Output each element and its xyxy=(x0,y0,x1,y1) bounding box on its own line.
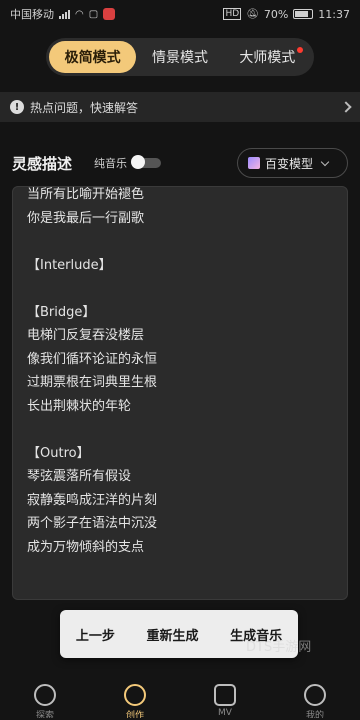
battery-icon xyxy=(293,9,314,19)
info-icon: ! xyxy=(10,100,24,114)
pure-music-label: 纯音乐 xyxy=(94,157,128,170)
lyric-line: 【Bridge】 xyxy=(27,304,96,320)
planet-icon xyxy=(34,684,56,706)
lyrics-content: 当所有比喻开始褪色 你是我最后一行副歌 【Interlude】 【Bridge】电梯门… xyxy=(27,187,327,559)
chevron-right-icon xyxy=(340,101,352,113)
model-icon xyxy=(248,157,260,169)
tab-label: 大师模式 xyxy=(239,50,296,66)
face-icon xyxy=(304,684,326,706)
hot-questions-banner[interactable]: ! 热点问题，快速解答 xyxy=(0,92,360,122)
lyrics-textarea[interactable]: 当所有比喻开始褪色 你是我最后一行副歌 【Interlude】 【Bridge】电梯门… xyxy=(12,186,348,600)
inspiration-title: 灵感描述 xyxy=(12,154,73,173)
lyric-line xyxy=(27,277,327,301)
lyric-line: 【Outro】 xyxy=(27,445,90,461)
battery-percent: 70% xyxy=(263,7,289,21)
nav-item-mv[interactable]: MV xyxy=(195,680,255,720)
lyric-line: 琴弦震落所有假设 xyxy=(27,469,132,484)
lyric-line: 成为万物倾斜的支点 xyxy=(27,539,145,555)
mode-tabs: 极简模式 情景模式 大师模式 xyxy=(46,38,314,76)
hd-icon: HD xyxy=(223,8,242,20)
lyric-line: 当所有比喻开始褪色 xyxy=(27,187,145,202)
message-icon: ▢ xyxy=(88,8,99,20)
mute-icon: 🔕︎ xyxy=(246,8,259,20)
model-select[interactable]: 百变模型 xyxy=(237,148,348,178)
app-notification-icon xyxy=(103,8,116,20)
play-icon xyxy=(214,684,236,706)
lyric-line: 像我们循环论证的永恒 xyxy=(27,351,158,367)
hot-questions-text: 热点问题，快速解答 xyxy=(30,100,139,115)
tab-label: 情景模式 xyxy=(151,50,208,66)
nav-label: MV xyxy=(218,708,232,718)
clock: 11:37 xyxy=(318,7,350,21)
model-select-label: 百变模型 xyxy=(265,156,314,171)
nav-label: 探索 xyxy=(35,711,54,718)
nav-label: 我的 xyxy=(305,711,324,718)
signal-icon xyxy=(59,9,70,19)
lyric-line: 两个影子在语法中沉没 xyxy=(27,516,158,531)
tab-master-mode[interactable]: 大师模式 xyxy=(224,41,311,73)
tab-minimal-mode[interactable]: 极简模式 xyxy=(49,41,137,73)
regenerate-button[interactable]: 重新生成 xyxy=(142,619,202,650)
carrier-label: 中国移动 xyxy=(10,8,54,21)
pure-music-toggle[interactable] xyxy=(131,155,162,169)
previous-step-button[interactable]: 上一步 xyxy=(72,619,119,650)
status-bar: 中国移动 ◠ ▢ HD 🔕︎ 70% 11:37 xyxy=(0,0,360,28)
lyric-line xyxy=(27,418,327,442)
nav-item-create[interactable]: 创作 xyxy=(105,680,165,720)
lyric-line: 你是我最后一行副歌 xyxy=(27,210,145,226)
new-badge xyxy=(296,47,303,53)
chevron-down-icon xyxy=(320,157,330,166)
status-left: 中国移动 ◠ ▢ xyxy=(10,6,116,22)
lyric-line: 电梯门反复吞没楼层 xyxy=(27,328,145,343)
inspiration-header: 灵感描述 纯音乐 百变模型 xyxy=(12,148,348,178)
lyric-line: 过期票根在词典里生根 xyxy=(27,375,158,390)
nav-item-mine[interactable]: 我的 xyxy=(285,680,345,720)
wifi-icon: ◠ xyxy=(75,8,84,20)
disc-icon xyxy=(124,684,146,706)
nav-label: 创作 xyxy=(125,711,144,718)
nav-item-explore[interactable]: 探索 xyxy=(15,680,75,720)
lyric-line: 寂静轰鸣成汪洋的片刻 xyxy=(27,492,158,508)
tab-label: 极简模式 xyxy=(64,50,121,66)
lyric-line: 长出荆棘状的年轮 xyxy=(27,398,132,414)
lyric-line: 【Interlude】 xyxy=(27,257,112,273)
lyric-line xyxy=(27,230,327,254)
tab-scene-mode[interactable]: 情景模式 xyxy=(136,41,223,73)
status-right: HD 🔕︎ 70% 11:37 xyxy=(223,8,350,21)
watermark: DTS手游网 xyxy=(246,640,312,655)
bottom-nav: 探索 创作 MV 我的 xyxy=(0,680,360,720)
